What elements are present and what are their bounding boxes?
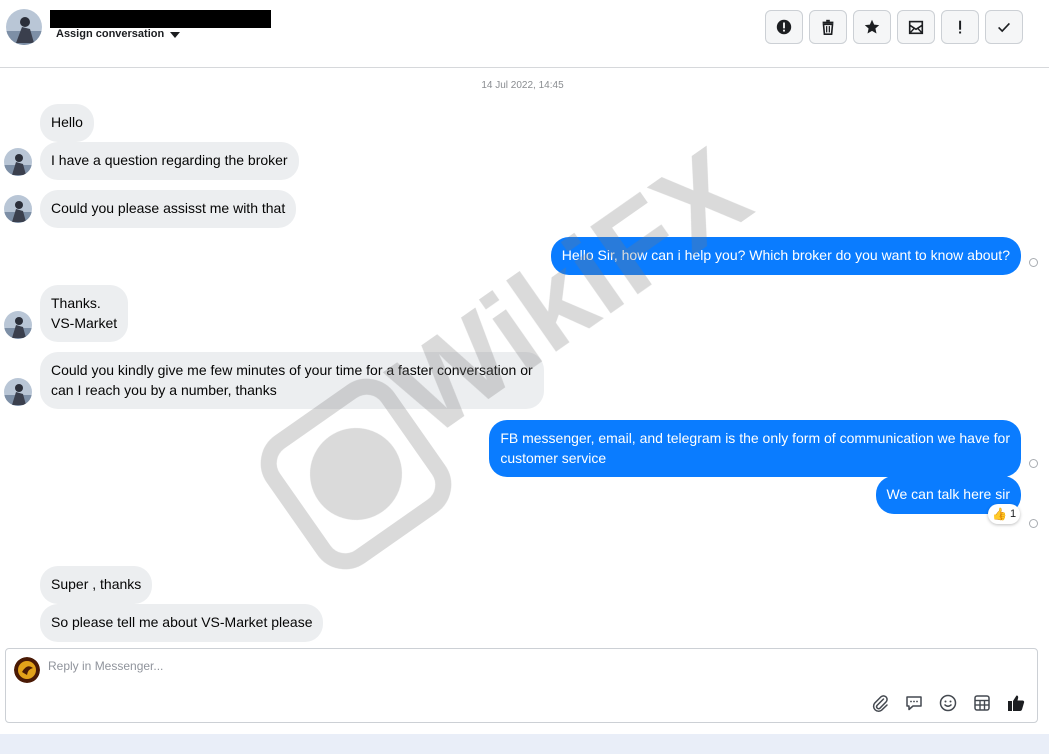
- emoji-icon: [939, 694, 957, 712]
- conversation-header: Assign conversation: [0, 0, 1049, 68]
- incoming-message[interactable]: Could you please assisst me with that: [40, 190, 297, 228]
- contact-avatar-small: [4, 378, 32, 406]
- incoming-message[interactable]: I have a question regarding the broker: [40, 142, 299, 180]
- composer-toolbar: [869, 692, 1027, 714]
- mark-spam-button[interactable]: [765, 10, 803, 44]
- reaction-count: 1: [1009, 508, 1017, 520]
- incoming-message[interactable]: Thanks. VS-Market: [40, 285, 129, 342]
- contact-avatar-small: [4, 311, 32, 339]
- message-thread[interactable]: 14 Jul 2022, 14:45 Hello I have a questi…: [0, 69, 1049, 647]
- checkmark-icon: [998, 22, 1010, 33]
- bottom-strip: [0, 734, 1049, 754]
- seen-indicator-icon: [1029, 519, 1038, 528]
- incoming-message[interactable]: Hello: [40, 104, 94, 142]
- exclamation-icon: [959, 20, 962, 34]
- page-avatar: [14, 657, 40, 683]
- template-icon: [974, 695, 990, 711]
- incoming-message[interactable]: Could you kindly give me few minutes of …: [40, 352, 544, 409]
- contact-avatar-small: [4, 148, 32, 176]
- attach-button[interactable]: [869, 692, 891, 714]
- incoming-message[interactable]: So please tell me about VS-Market please: [40, 604, 324, 642]
- follow-up-button[interactable]: [941, 10, 979, 44]
- outgoing-message[interactable]: Hello Sir, how can i help you? Which bro…: [550, 237, 1021, 275]
- assign-conversation-dropdown[interactable]: Assign conversation: [56, 28, 181, 40]
- contact-avatar[interactable]: [6, 9, 42, 45]
- contact-avatar-small: [4, 195, 32, 223]
- star-button[interactable]: [853, 10, 891, 44]
- seen-indicator-icon: [1029, 459, 1038, 468]
- seen-indicator-icon: [1029, 258, 1038, 267]
- delete-button[interactable]: [809, 10, 847, 44]
- alert-circle-icon: [776, 19, 792, 35]
- contact-name-redacted: [50, 10, 271, 28]
- template-button[interactable]: [971, 692, 993, 714]
- header-actions: [765, 10, 1023, 44]
- reply-input[interactable]: [48, 659, 1008, 673]
- envelope-open-icon: [908, 20, 924, 35]
- trash-icon: [822, 19, 834, 36]
- saved-reply-button[interactable]: [903, 692, 925, 714]
- outgoing-message[interactable]: FB messenger, email, and telegram is the…: [489, 420, 1021, 477]
- assign-label: Assign conversation: [56, 28, 165, 40]
- thumbs-up-emoji-icon: 👍: [992, 507, 1007, 521]
- mark-done-button[interactable]: [985, 10, 1023, 44]
- star-icon: [864, 19, 880, 34]
- incoming-message[interactable]: Super , thanks: [40, 566, 153, 604]
- send-like-button[interactable]: [1005, 692, 1027, 714]
- attachment-icon: [872, 695, 888, 712]
- mark-unread-button[interactable]: [897, 10, 935, 44]
- emoji-button[interactable]: [937, 692, 959, 714]
- date-separator: 14 Jul 2022, 14:45: [481, 80, 564, 91]
- caret-down-icon: [170, 31, 181, 38]
- saved-reply-icon: [906, 696, 922, 711]
- thumbs-up-icon: [1008, 695, 1025, 711]
- message-reaction[interactable]: 👍 1: [988, 504, 1021, 524]
- reply-composer: [5, 648, 1038, 723]
